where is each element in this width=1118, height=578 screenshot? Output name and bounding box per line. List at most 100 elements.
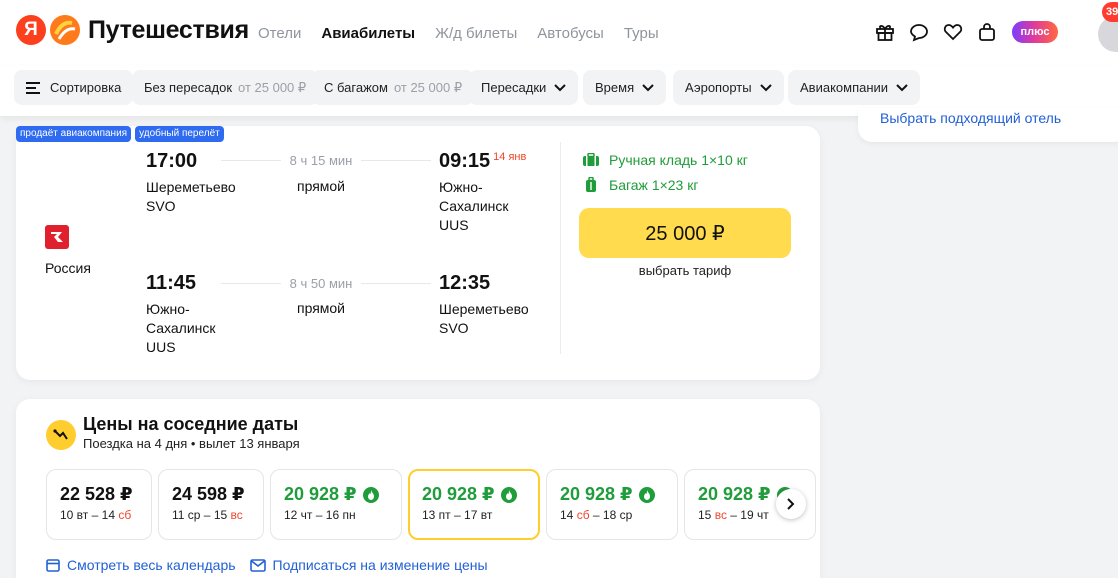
card-divider: [560, 142, 561, 354]
yandex-travel-logo[interactable]: Я Путешествия: [16, 15, 249, 45]
chevron-right-icon: [787, 498, 795, 510]
dates-links: Смотреть весь календарь Подписаться на и…: [46, 557, 502, 573]
sort-icon: [26, 81, 40, 94]
price-trend-icon: [46, 420, 76, 450]
date-tile-price: 20 928 ₽: [560, 484, 677, 505]
outbound-depart-code: SVO: [146, 198, 176, 214]
return-depart-code: UUS: [146, 339, 176, 355]
route-line: [221, 283, 281, 284]
airports-dropdown[interactable]: Аэропорты: [673, 70, 784, 105]
app-title: Путешествия: [88, 15, 249, 44]
return-depart-city: Южно-Сахалинск: [146, 301, 216, 336]
checked-baggage-info: Багаж 1×23 кг: [582, 177, 698, 193]
gift-icon[interactable]: [874, 21, 896, 43]
subscribe-price-label: Подписаться на изменение цены: [272, 557, 488, 573]
date-tile-range: 13 пт – 17 вт: [422, 508, 493, 522]
calendar-icon: [46, 559, 60, 572]
sort-button[interactable]: Сортировка: [14, 70, 134, 105]
notification-badge: 39: [1102, 2, 1118, 22]
price-button[interactable]: 25 000 ₽: [579, 208, 791, 258]
date-tile[interactable]: 20 928 ₽ 12 чт – 16 пн: [270, 469, 402, 540]
chevron-down-icon: [896, 83, 908, 91]
return-depart-airport: Южно-Сахалинск UUS: [146, 300, 241, 357]
fire-icon: [500, 486, 517, 503]
route-line: [361, 283, 431, 284]
baggage-label: С багажом: [324, 80, 388, 95]
time-label: Время: [595, 80, 635, 95]
date-tile-range: 14 сб – 18 ср: [560, 508, 633, 522]
date-tile-selected[interactable]: 20 928 ₽ 13 пт – 17 вт: [408, 469, 540, 540]
date-tile-range: 11 ср – 15 вс: [172, 508, 243, 522]
return-arrive-city: Шереметьево: [439, 301, 529, 317]
bag-icon[interactable]: [976, 21, 998, 43]
outbound-arrive-date: 14 янв: [493, 151, 527, 163]
outbound-arrive-code: UUS: [439, 217, 469, 233]
nav-hotels[interactable]: Отели: [258, 25, 301, 42]
choose-hotel-link[interactable]: Выбрать подходящий отель: [880, 110, 1061, 126]
date-tile[interactable]: 24 598 ₽ 11 ср – 15 вс: [158, 469, 264, 540]
outbound-stops: прямой: [296, 178, 346, 194]
sort-label: Сортировка: [50, 80, 122, 95]
checked-baggage-label: Багаж 1×23 кг: [609, 177, 699, 193]
heart-icon[interactable]: [942, 21, 964, 43]
fire-icon: [362, 486, 379, 503]
return-depart-time: 11:45: [146, 272, 197, 294]
header-actions: плюс: [874, 21, 1058, 43]
mail-icon: [249, 558, 266, 572]
chevron-down-icon: [759, 83, 772, 91]
date-tile-price: 24 598 ₽: [172, 484, 245, 504]
next-dates-button[interactable]: [776, 489, 806, 519]
top-header: Я Путешествия Отели Авиабилеты Ж/д билет…: [0, 0, 1118, 66]
main-nav: Отели Авиабилеты Ж/д билеты Автобусы Тур…: [258, 25, 679, 42]
route-line: [221, 160, 281, 161]
transfers-label: Пересадки: [481, 80, 547, 95]
route-line: [361, 160, 431, 161]
return-arrive-time: 12:35: [439, 272, 491, 294]
airlines-label: Авиакомпании: [800, 80, 889, 95]
subscribe-price-link[interactable]: Подписаться на изменение цены: [249, 557, 488, 573]
chevron-down-icon: [642, 83, 654, 91]
view-calendar-label: Смотреть весь календарь: [67, 557, 236, 573]
transfers-dropdown[interactable]: Пересадки: [469, 70, 579, 105]
date-tile[interactable]: 20 928 ₽ 14 сб – 18 ср: [546, 469, 678, 540]
flight-card[interactable]: продаёт авиакомпания удобный перелёт Рос…: [16, 126, 820, 380]
fire-icon: [638, 486, 655, 503]
flight-badges: продаёт авиакомпания удобный перелёт: [16, 126, 228, 142]
badge-convenient: удобный перелёт: [135, 126, 224, 142]
airline-name: Россия: [45, 260, 91, 276]
nav-flights[interactable]: Авиабилеты: [321, 25, 415, 42]
nav-buses[interactable]: Автобусы: [537, 25, 604, 42]
date-tile-price: 20 928 ₽: [284, 484, 401, 505]
airline-logo-icon: [45, 225, 69, 249]
date-tile[interactable]: 22 528 ₽ 10 вт – 14 сб: [46, 469, 152, 540]
plus-badge[interactable]: плюс: [1012, 21, 1058, 43]
yandex-logo-icon: Я: [16, 15, 46, 45]
outbound-arrive-city: Южно-Сахалинск: [439, 179, 509, 214]
nav-trains[interactable]: Ж/д билеты: [435, 25, 517, 42]
outbound-arrive-airport: Южно-Сахалинск UUS: [439, 178, 534, 235]
baggage-filter[interactable]: С багажом от 25 000 ₽: [312, 70, 475, 105]
return-arrive-airport: Шереметьево SVO: [439, 300, 539, 338]
outbound-duration: 8 ч 15 мин: [289, 153, 353, 168]
nonstop-filter[interactable]: Без пересадок от 25 000 ₽: [132, 70, 319, 105]
time-dropdown[interactable]: Время: [583, 70, 667, 105]
airports-label: Аэропорты: [685, 80, 752, 95]
chevron-down-icon: [554, 83, 567, 91]
airlines-dropdown[interactable]: Авиакомпании: [788, 70, 921, 105]
travel-logo-icon: [50, 15, 80, 45]
chat-icon[interactable]: [908, 21, 930, 43]
hand-luggage-label: Ручная кладь 1×10 кг: [609, 152, 748, 168]
return-stops: прямой: [296, 300, 346, 316]
view-calendar-link[interactable]: Смотреть весь календарь: [46, 557, 236, 573]
nav-tours[interactable]: Туры: [624, 25, 659, 42]
date-tile-price: 20 928 ₽: [422, 484, 538, 505]
outbound-depart-time: 17:00: [146, 150, 198, 172]
date-tile-price: 22 528 ₽: [60, 484, 133, 504]
outbound-arrive-time: 09:15 14 янв: [439, 150, 526, 173]
hotel-suggestion-card: Выбрать подходящий отель: [858, 108, 1118, 142]
suitcase-icon: [586, 177, 596, 192]
nonstop-label: Без пересадок: [144, 80, 233, 95]
hand-luggage-icon: [583, 153, 599, 166]
choose-tariff-link[interactable]: выбрать тариф: [579, 263, 791, 278]
badge-airline-sale: продаёт авиакомпания: [16, 126, 132, 142]
